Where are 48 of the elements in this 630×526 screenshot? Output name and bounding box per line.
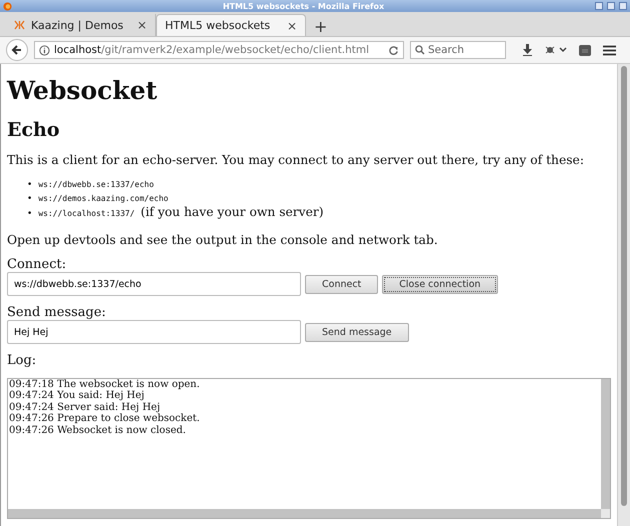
back-arrow-icon	[11, 44, 23, 56]
browser-tab[interactable]: HTML5 websockets ×	[156, 14, 306, 36]
send-button[interactable]: Send message	[305, 322, 409, 342]
server-url: ws://demos.kaazing.com/echo	[38, 193, 168, 205]
window-title: HTML5 websockets - Mozilla Firefox	[222, 2, 386, 10]
horizontal-scrollbar[interactable]	[8, 509, 601, 518]
menu-icon[interactable]	[603, 44, 616, 56]
grid-icon[interactable]	[579, 44, 591, 56]
log-line: 09:47:18 The websocket is now open.	[8, 379, 201, 390]
info-icon	[39, 44, 50, 56]
log-line: 09:47:26 Websocket is now closed.	[8, 424, 187, 436]
page-heading: Websocket	[7, 76, 158, 105]
search-field[interactable]: Search	[410, 41, 506, 59]
scrollbar-corner	[601, 509, 610, 518]
vertical-scrollbar[interactable]	[601, 379, 610, 509]
favicon-icon	[14, 20, 25, 30]
log-line: 09:47:24 You said: Hej Hej	[8, 390, 146, 402]
minimize-button[interactable]	[595, 2, 603, 10]
log-line: 09:47:24 Server said: Hej Hej	[8, 402, 160, 414]
download-icon[interactable]	[522, 44, 533, 56]
bullet: •	[27, 179, 32, 192]
bug-icon[interactable]	[545, 44, 567, 56]
hint-text: Open up devtools and see the output in the console and network tab.	[7, 233, 439, 247]
bullet: •	[27, 193, 32, 206]
intro-text: This is a client for an echo-server. You may connect to any server out there, try any of these:	[7, 153, 585, 167]
new-tab-button[interactable]: +	[306, 17, 336, 36]
reload-icon[interactable]	[388, 44, 399, 56]
close-connection-button[interactable]: Close connection	[382, 274, 498, 294]
server-note: (if you have your own server)	[140, 206, 324, 219]
log-area[interactable]: 09:47:18 The websocket is now open. 09:47:24 You said: Hej Hej 09:47:24 Server said: Hej Hej 09:47:26 Prepare to close websocket. 09:47:26 Websocket is now closed.	[7, 378, 611, 519]
bullet: •	[27, 208, 32, 221]
log-line: 09:47:26 Prepare to close websocket.	[8, 413, 201, 425]
server-url: ws://dbwebb.se:1337/echo	[38, 179, 154, 191]
close-button[interactable]	[619, 2, 627, 10]
back-button[interactable]	[6, 39, 28, 61]
message-field[interactable]: Hej Hej	[7, 320, 301, 344]
log-label: Log:	[7, 354, 38, 368]
address-bar[interactable]: localhost/git/ramverk2/example/websocket/echo/client.html	[34, 41, 404, 59]
firefox-icon	[3, 2, 12, 10]
server-url: ws://localhost:1337/	[38, 208, 135, 220]
close-tab-button[interactable]: ×	[286, 18, 297, 32]
connect-label: Connect:	[7, 258, 68, 272]
connect-button[interactable]: Connect	[305, 274, 378, 294]
section-heading: Echo	[7, 119, 61, 141]
close-tab-button[interactable]: ×	[136, 18, 147, 32]
maximize-button[interactable]	[607, 2, 615, 10]
send-message-label: Send message:	[7, 306, 107, 320]
server-url-field[interactable]: ws://dbwebb.se:1337/echo	[7, 272, 301, 296]
